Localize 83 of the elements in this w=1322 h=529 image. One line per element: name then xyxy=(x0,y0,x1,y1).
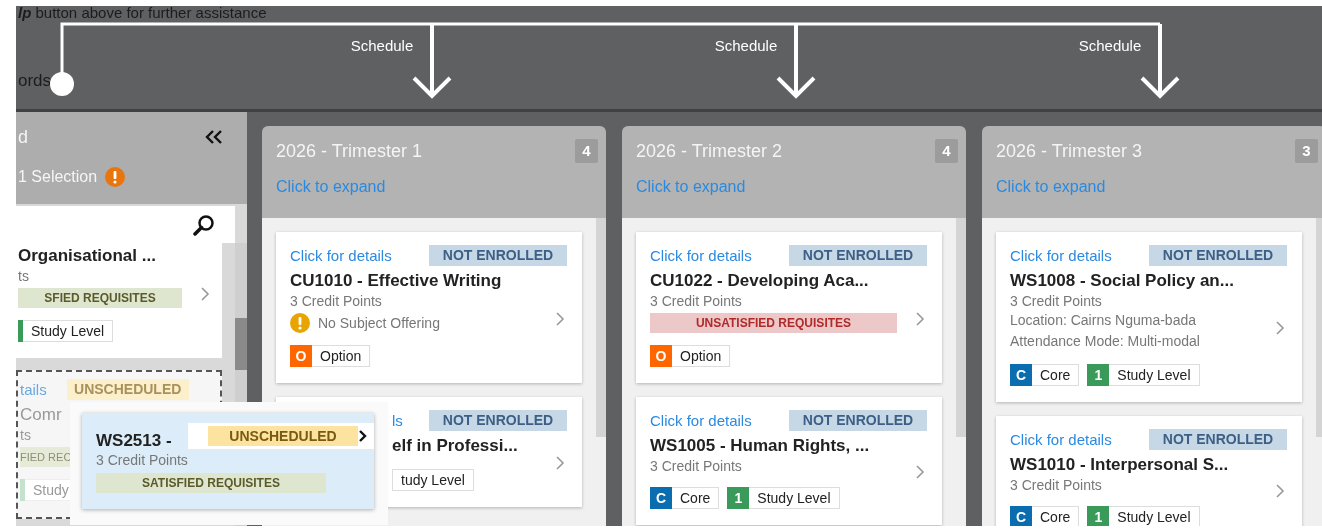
category-letter: C xyxy=(1010,364,1032,386)
tag-label: Study Level xyxy=(23,320,114,342)
term-title: 2026 - Trimester 1 xyxy=(276,140,423,162)
tag-label: Option xyxy=(672,345,731,367)
requisite-badge: UNSATISFIED REQUISITES xyxy=(650,313,897,333)
subject-card[interactable]: Click for details NOT ENROLLED WS1005 - Human Rights, ... 3 Credit Points C Core 1 Study Level xyxy=(636,397,942,525)
credit-points: 3 Credit Points xyxy=(1010,476,1102,494)
subject-card[interactable]: Click for details NOT ENROLLED WS1008 - Social Policy an... 3 Credit Points Location: Cairns Nguma-bada Attendance Mode: Multi-modal C Core 1 Study Level xyxy=(996,232,1302,402)
status-badge: NOT ENROLLED xyxy=(429,409,567,431)
tag-label: Core xyxy=(1032,506,1080,526)
count-badge: 4 xyxy=(575,139,598,163)
status-badge: NOT ENROLLED xyxy=(1149,428,1287,450)
credit-points: 3 Credit Points xyxy=(650,292,742,310)
drag-preview-tooltip[interactable]: WS2513 - UNSCHEDULED 3 Credit Points SATISFIED REQUISITES xyxy=(70,402,388,525)
scrollbar-thumb[interactable] xyxy=(235,318,247,370)
term-title: 2026 - Trimester 2 xyxy=(636,140,783,162)
details-link[interactable]: Click for details xyxy=(650,246,752,264)
tag-label: Study Level xyxy=(749,487,840,509)
count-badge: 3 xyxy=(1295,139,1318,163)
details-link[interactable]: tails xyxy=(20,380,47,398)
status-badge: NOT ENROLLED xyxy=(1149,244,1287,266)
detail-text: Attendance Mode: Multi-modal xyxy=(1010,332,1200,351)
tag-label: Option xyxy=(312,345,371,367)
details-link[interactable]: ls xyxy=(392,411,403,429)
collapse-icon[interactable] xyxy=(205,129,223,145)
details-link[interactable]: Click for details xyxy=(650,411,752,429)
scrollbar[interactable] xyxy=(956,218,966,437)
arrow-label: Schedule xyxy=(713,37,779,54)
category-letter: O xyxy=(290,345,312,367)
arrow-label: Schedule xyxy=(349,37,415,54)
search-icon[interactable] xyxy=(193,213,215,236)
requisite-badge: SATISFIED REQUISITES xyxy=(96,473,326,493)
credit-points: 3 Credit Points xyxy=(96,451,188,469)
subject-card[interactable]: Click for details NOT ENROLLED CU1010 - Effective Writing 3 Credit Points No Subject Offering O Option xyxy=(276,232,582,383)
subject-title: elf in Professi... xyxy=(392,435,518,457)
subject-card[interactable]: Click for details NOT ENROLLED CU1022 - Developing Aca... 3 Credit Points UNSATISFIED REQUISITES O Option xyxy=(636,232,942,383)
credit-points: 3 Credit Points xyxy=(650,457,742,475)
tag-label: Study Level xyxy=(1109,364,1200,386)
detail-text: Location: Cairns Nguma-bada xyxy=(1010,311,1196,330)
subject-title: Organisational ... xyxy=(18,245,156,267)
category-letter: 1 xyxy=(1087,506,1110,526)
subject-title: Comr xyxy=(20,404,62,426)
subject-card[interactable]: Organisational ... ts SFIED REQUISITES Study Level xyxy=(16,243,222,358)
tag-label: tudy Level xyxy=(392,469,474,491)
category-letter: 1 xyxy=(727,487,750,509)
subject-title: CU1022 - Developing Aca... xyxy=(650,270,869,292)
count-badge: 4 xyxy=(935,139,958,163)
tag-label: Core xyxy=(672,487,720,509)
requisite-badge: SFIED REQUISITES xyxy=(18,288,182,308)
status-badge: NOT ENROLLED xyxy=(429,244,567,266)
details-link[interactable]: Click for details xyxy=(1010,430,1112,448)
subject-card[interactable]: Click for details NOT ENROLLED WS1010 - Interpersonal S... 3 Credit Points C Core 1 Study Level xyxy=(996,416,1302,526)
scrollbar[interactable] xyxy=(596,218,606,437)
status-badge: UNSCHEDULED xyxy=(208,426,358,446)
term-title: 2026 - Trimester 3 xyxy=(996,140,1143,162)
category-letter: O xyxy=(650,345,672,367)
subject-title: WS1010 - Interpersonal S... xyxy=(1010,454,1229,476)
partial-label: ords xyxy=(18,71,52,91)
subject-title: WS1005 - Human Rights, ... xyxy=(650,435,870,457)
details-link[interactable]: Click for details xyxy=(1010,246,1112,264)
credit-points: ts xyxy=(20,426,31,444)
subject-title: WS1008 - Social Policy an... xyxy=(1010,270,1234,292)
help-text: lp button above for further assistance xyxy=(18,4,267,21)
dragged-card[interactable]: WS2513 - UNSCHEDULED 3 Credit Points SATISFIED REQUISITES xyxy=(82,413,374,509)
panel-title: d xyxy=(18,126,28,148)
warning-icon xyxy=(290,313,310,333)
credit-points: 3 Credit Points xyxy=(1010,292,1102,310)
category-letter: C xyxy=(1010,506,1032,526)
status-badge: UNSCHEDULED xyxy=(66,378,189,400)
arrow-label: Schedule xyxy=(1077,37,1143,54)
credit-points: 3 Credit Points xyxy=(290,292,382,310)
credit-points: ts xyxy=(18,267,29,285)
tag-label: Core xyxy=(1032,364,1080,386)
status-badge: NOT ENROLLED xyxy=(789,409,927,431)
category-letter: 1 xyxy=(1087,364,1110,386)
subject-title: CU1010 - Effective Writing xyxy=(290,270,502,292)
details-link[interactable]: Click for details xyxy=(290,246,392,264)
status-badge: NOT ENROLLED xyxy=(789,244,927,266)
offering-note: No Subject Offering xyxy=(318,315,440,331)
category-letter: C xyxy=(650,487,672,509)
chevron-right-icon[interactable] xyxy=(358,429,367,443)
tag-label: Study Level xyxy=(1109,506,1200,526)
selection-count: 1 Selection xyxy=(18,168,98,186)
